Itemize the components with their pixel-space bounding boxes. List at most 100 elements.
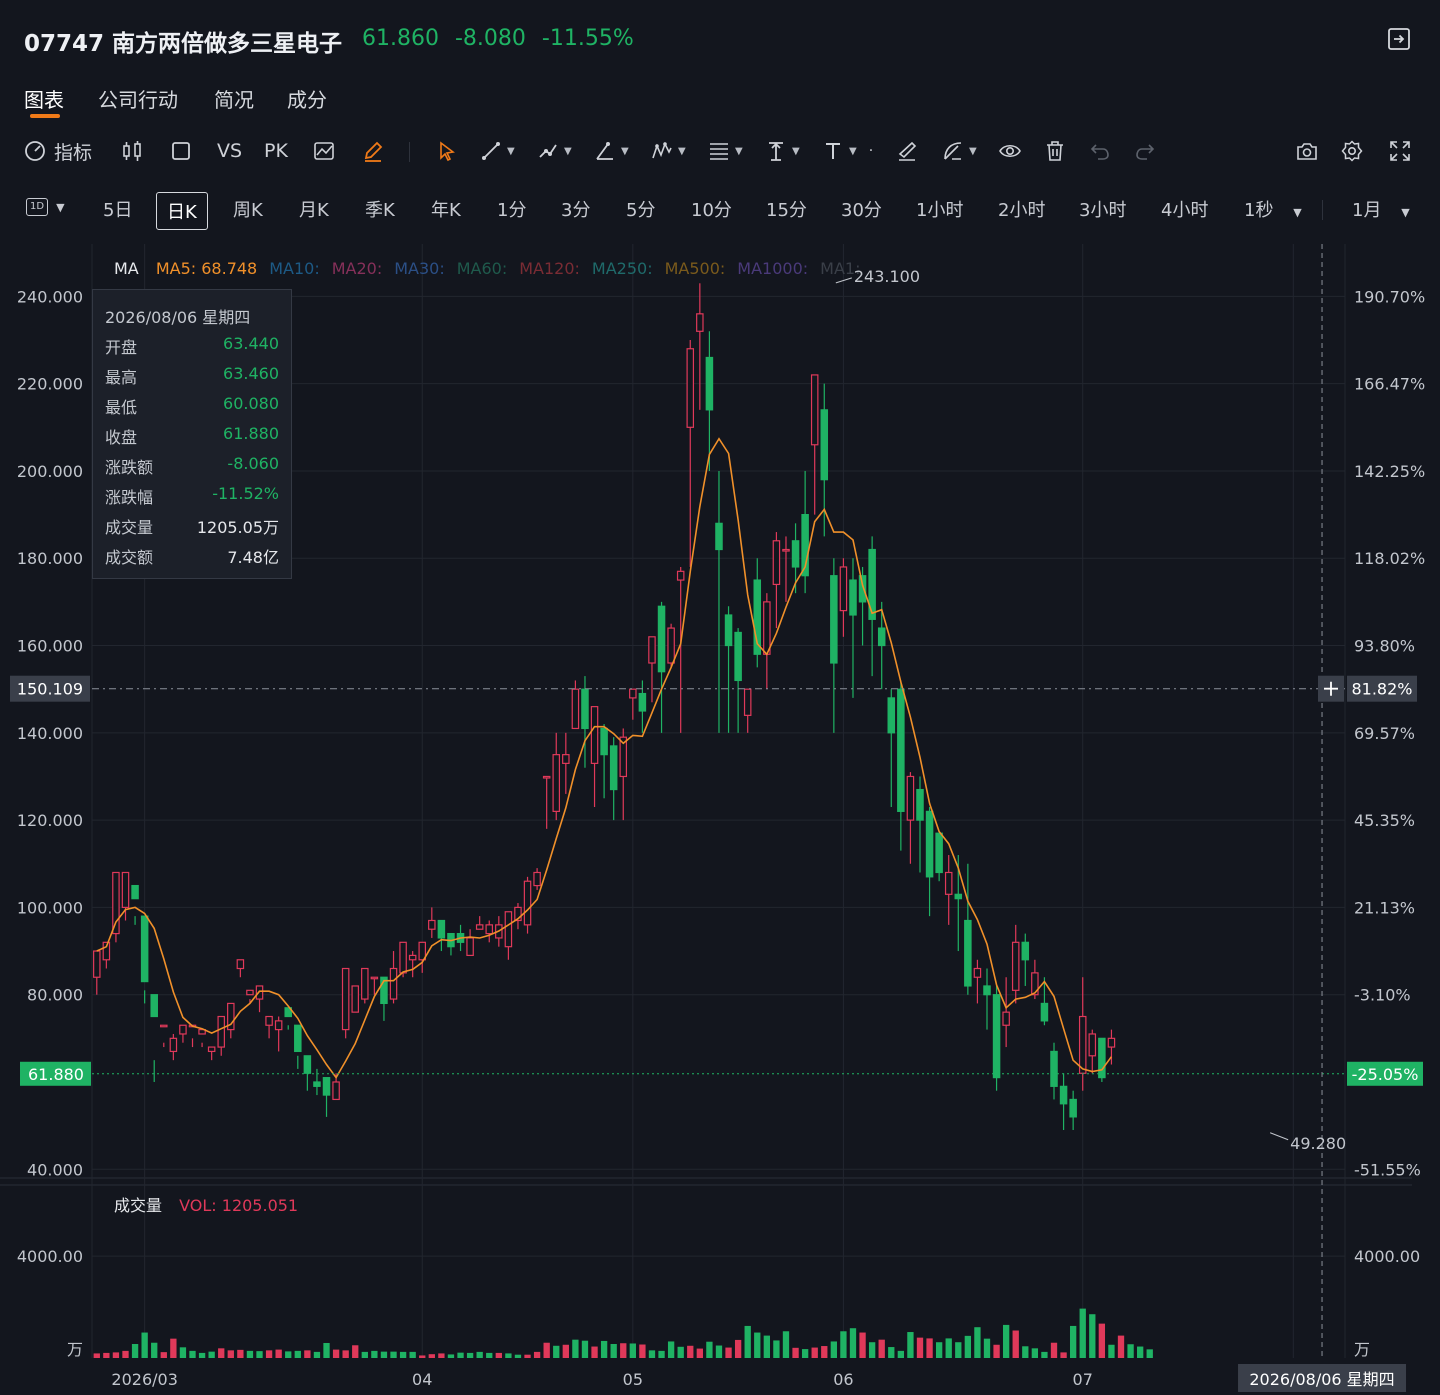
candle-body: [1011, 941, 1020, 991]
period-week-k[interactable]: 周K: [233, 196, 263, 222]
volume-bar: [562, 1344, 569, 1358]
volume-bar: [1069, 1325, 1077, 1358]
candle-body: [408, 954, 417, 961]
period-5min[interactable]: 5分: [626, 196, 655, 222]
rectangle-button[interactable]: [170, 132, 192, 170]
period-5d[interactable]: 5日: [103, 196, 132, 222]
candle: [810, 374, 819, 515]
candle-body: [533, 871, 541, 887]
candle-type-button[interactable]: [121, 132, 143, 170]
exit-icon[interactable]: [1388, 28, 1410, 50]
indicator-button[interactable]: 指标: [24, 132, 92, 170]
vertical-line-icon: [769, 142, 783, 161]
candle-body: [313, 1081, 321, 1087]
redo-button[interactable]: [1134, 132, 1156, 170]
pct-tick-label: -51.55%: [1354, 1160, 1421, 1179]
volume-bar: [553, 1345, 560, 1358]
undo-button[interactable]: [1089, 132, 1111, 170]
wave-tool-button[interactable]: ▼: [651, 132, 686, 170]
brush-tool-button[interactable]: [896, 132, 918, 170]
chart-type-dropdown[interactable]: 1D ▼: [26, 198, 65, 216]
line-tool-button[interactable]: ▼: [480, 132, 515, 170]
tab-corporate-action[interactable]: 公司行动: [98, 84, 178, 113]
period-15min[interactable]: 15分: [766, 196, 807, 222]
candle-body: [609, 745, 618, 791]
cursor-icon: [440, 141, 455, 162]
candle-body: [552, 754, 561, 812]
period-10min[interactable]: 10分: [691, 196, 732, 222]
camera-icon: [1297, 143, 1317, 160]
candle-body: [877, 627, 886, 647]
volume-bar: [543, 1342, 550, 1358]
period-1h[interactable]: 1小时: [916, 196, 963, 222]
candle: [763, 593, 771, 690]
path-tool-button[interactable]: ▼: [537, 132, 572, 170]
range-dropdown[interactable]: 1月 ▼: [1352, 196, 1410, 222]
volume-bar: [696, 1348, 703, 1358]
candle-body: [743, 688, 752, 716]
tab-profile[interactable]: 简况: [214, 84, 254, 113]
cursor-button[interactable]: [436, 132, 458, 170]
pk-button[interactable]: PK: [264, 132, 288, 170]
period-3h[interactable]: 3小时: [1079, 196, 1126, 222]
candle-body: [571, 688, 580, 730]
period-4h[interactable]: 4小时: [1161, 196, 1208, 222]
candle: [562, 732, 570, 794]
period-2h[interactable]: 2小时: [998, 196, 1045, 222]
candle-body: [112, 871, 120, 935]
period-30min[interactable]: 30分: [841, 196, 882, 222]
volume-bar: [897, 1350, 905, 1358]
screenshot-button[interactable]: [1296, 132, 1318, 170]
volume-bar: [227, 1350, 234, 1358]
measure-tool-button[interactable]: ▼: [942, 132, 977, 170]
candle-body: [629, 688, 637, 699]
period-3min[interactable]: 3分: [561, 196, 590, 222]
candle-body: [849, 579, 857, 616]
candle-body: [1069, 1098, 1077, 1118]
period-1min[interactable]: 1分: [497, 196, 526, 222]
vertical-line-button[interactable]: ▼: [765, 132, 800, 170]
candle: [274, 1016, 283, 1052]
candle: [1098, 1037, 1106, 1082]
chart-type-badge: 1D: [26, 198, 49, 216]
volume-bar: [983, 1338, 991, 1358]
volume-bar: [907, 1332, 914, 1358]
angle-tool-button[interactable]: ▼: [594, 132, 629, 170]
candle: [341, 967, 350, 1039]
settings-button[interactable]: [1341, 132, 1363, 170]
volume-bar: [591, 1346, 598, 1358]
fib-tool-button[interactable]: ▼: [708, 132, 743, 170]
vs-button[interactable]: VS: [217, 132, 242, 170]
candle-body: [600, 727, 608, 756]
text-tool-button[interactable]: ▼ ·: [822, 132, 873, 170]
compare-button[interactable]: [313, 132, 335, 170]
candle-body: [475, 924, 484, 930]
tab-chart[interactable]: 图表: [24, 84, 64, 113]
delete-button[interactable]: [1044, 132, 1066, 170]
period-year-k[interactable]: 年K: [431, 196, 461, 222]
candle-body: [935, 832, 943, 874]
fullscreen-button[interactable]: [1389, 132, 1411, 170]
volume-bar: [380, 1351, 388, 1358]
period-month-k[interactable]: 月K: [299, 196, 329, 222]
pencil-button[interactable]: [362, 132, 384, 170]
candle: [447, 932, 455, 956]
low-price-label: 49.280: [1290, 1134, 1346, 1153]
candle: [944, 855, 953, 925]
y-tick-label: 160.000: [17, 637, 83, 656]
period-day-k[interactable]: 日K: [156, 192, 208, 230]
tooltip-value: -11.52%: [212, 484, 279, 503]
price-change: -8.080: [454, 26, 526, 51]
pct-tick-label: 166.47%: [1354, 375, 1425, 394]
volume-bar: [466, 1352, 474, 1358]
candle: [131, 884, 139, 925]
candle-body: [944, 871, 953, 895]
period-quarter-k[interactable]: 季K: [365, 196, 395, 222]
ma-legend-item: MA500:: [664, 259, 726, 278]
candle: [303, 1055, 312, 1091]
visibility-button[interactable]: [999, 132, 1021, 170]
volume-bar: [1108, 1344, 1115, 1358]
period-seconds-dropdown[interactable]: 1秒 ▼: [1244, 196, 1302, 222]
tab-components[interactable]: 成分: [287, 84, 327, 113]
volume-bar: [294, 1350, 301, 1358]
